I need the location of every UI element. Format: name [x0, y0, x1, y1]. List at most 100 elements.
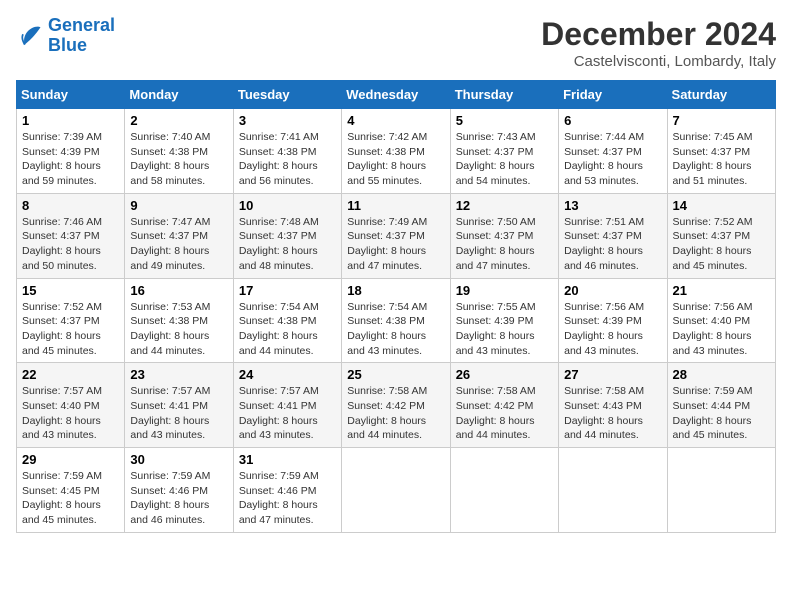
day-number: 25 [347, 367, 444, 382]
weekday-header-tuesday: Tuesday [233, 81, 341, 109]
day-info: Sunrise: 7:43 AM Sunset: 4:37 PM Dayligh… [456, 130, 553, 189]
calendar-cell: 7 Sunrise: 7:45 AM Sunset: 4:37 PM Dayli… [667, 109, 775, 194]
day-info: Sunrise: 7:59 AM Sunset: 4:46 PM Dayligh… [130, 469, 227, 528]
day-number: 14 [673, 198, 770, 213]
day-info: Sunrise: 7:45 AM Sunset: 4:37 PM Dayligh… [673, 130, 770, 189]
day-info: Sunrise: 7:40 AM Sunset: 4:38 PM Dayligh… [130, 130, 227, 189]
day-number: 28 [673, 367, 770, 382]
calendar-cell: 8 Sunrise: 7:46 AM Sunset: 4:37 PM Dayli… [17, 193, 125, 278]
calendar-week-1: 1 Sunrise: 7:39 AM Sunset: 4:39 PM Dayli… [17, 109, 776, 194]
day-number: 29 [22, 452, 119, 467]
day-number: 24 [239, 367, 336, 382]
day-number: 21 [673, 283, 770, 298]
calendar-cell: 9 Sunrise: 7:47 AM Sunset: 4:37 PM Dayli… [125, 193, 233, 278]
day-info: Sunrise: 7:46 AM Sunset: 4:37 PM Dayligh… [22, 215, 119, 274]
day-number: 30 [130, 452, 227, 467]
calendar-cell [450, 448, 558, 533]
logo-bird-icon [16, 22, 44, 50]
calendar-week-5: 29 Sunrise: 7:59 AM Sunset: 4:45 PM Dayl… [17, 448, 776, 533]
calendar-cell: 26 Sunrise: 7:58 AM Sunset: 4:42 PM Dayl… [450, 363, 558, 448]
day-info: Sunrise: 7:50 AM Sunset: 4:37 PM Dayligh… [456, 215, 553, 274]
day-info: Sunrise: 7:42 AM Sunset: 4:38 PM Dayligh… [347, 130, 444, 189]
day-number: 22 [22, 367, 119, 382]
calendar-cell: 13 Sunrise: 7:51 AM Sunset: 4:37 PM Dayl… [559, 193, 667, 278]
calendar-cell: 27 Sunrise: 7:58 AM Sunset: 4:43 PM Dayl… [559, 363, 667, 448]
day-info: Sunrise: 7:52 AM Sunset: 4:37 PM Dayligh… [673, 215, 770, 274]
title-block: December 2024 Castelvisconti, Lombardy, … [541, 16, 776, 70]
day-number: 16 [130, 283, 227, 298]
calendar-week-2: 8 Sunrise: 7:46 AM Sunset: 4:37 PM Dayli… [17, 193, 776, 278]
day-number: 31 [239, 452, 336, 467]
weekday-header-saturday: Saturday [667, 81, 775, 109]
calendar-cell: 21 Sunrise: 7:56 AM Sunset: 4:40 PM Dayl… [667, 278, 775, 363]
day-info: Sunrise: 7:49 AM Sunset: 4:37 PM Dayligh… [347, 215, 444, 274]
calendar-cell: 22 Sunrise: 7:57 AM Sunset: 4:40 PM Dayl… [17, 363, 125, 448]
calendar-cell: 15 Sunrise: 7:52 AM Sunset: 4:37 PM Dayl… [17, 278, 125, 363]
calendar-cell: 4 Sunrise: 7:42 AM Sunset: 4:38 PM Dayli… [342, 109, 450, 194]
calendar-cell: 17 Sunrise: 7:54 AM Sunset: 4:38 PM Dayl… [233, 278, 341, 363]
day-info: Sunrise: 7:54 AM Sunset: 4:38 PM Dayligh… [347, 300, 444, 359]
day-info: Sunrise: 7:59 AM Sunset: 4:45 PM Dayligh… [22, 469, 119, 528]
calendar-cell: 11 Sunrise: 7:49 AM Sunset: 4:37 PM Dayl… [342, 193, 450, 278]
day-info: Sunrise: 7:59 AM Sunset: 4:46 PM Dayligh… [239, 469, 336, 528]
day-number: 2 [130, 113, 227, 128]
calendar-week-3: 15 Sunrise: 7:52 AM Sunset: 4:37 PM Dayl… [17, 278, 776, 363]
day-number: 4 [347, 113, 444, 128]
day-info: Sunrise: 7:48 AM Sunset: 4:37 PM Dayligh… [239, 215, 336, 274]
day-info: Sunrise: 7:41 AM Sunset: 4:38 PM Dayligh… [239, 130, 336, 189]
calendar-cell: 19 Sunrise: 7:55 AM Sunset: 4:39 PM Dayl… [450, 278, 558, 363]
day-number: 11 [347, 198, 444, 213]
day-info: Sunrise: 7:54 AM Sunset: 4:38 PM Dayligh… [239, 300, 336, 359]
day-info: Sunrise: 7:59 AM Sunset: 4:44 PM Dayligh… [673, 384, 770, 443]
day-number: 17 [239, 283, 336, 298]
day-number: 13 [564, 198, 661, 213]
day-info: Sunrise: 7:53 AM Sunset: 4:38 PM Dayligh… [130, 300, 227, 359]
calendar-cell: 24 Sunrise: 7:57 AM Sunset: 4:41 PM Dayl… [233, 363, 341, 448]
day-number: 20 [564, 283, 661, 298]
day-number: 3 [239, 113, 336, 128]
calendar-cell [559, 448, 667, 533]
location: Castelvisconti, Lombardy, Italy [541, 53, 776, 70]
calendar-cell: 6 Sunrise: 7:44 AM Sunset: 4:37 PM Dayli… [559, 109, 667, 194]
day-info: Sunrise: 7:57 AM Sunset: 4:41 PM Dayligh… [130, 384, 227, 443]
calendar-cell: 18 Sunrise: 7:54 AM Sunset: 4:38 PM Dayl… [342, 278, 450, 363]
day-number: 8 [22, 198, 119, 213]
day-number: 12 [456, 198, 553, 213]
day-info: Sunrise: 7:44 AM Sunset: 4:37 PM Dayligh… [564, 130, 661, 189]
day-info: Sunrise: 7:39 AM Sunset: 4:39 PM Dayligh… [22, 130, 119, 189]
calendar-cell: 29 Sunrise: 7:59 AM Sunset: 4:45 PM Dayl… [17, 448, 125, 533]
day-number: 27 [564, 367, 661, 382]
calendar-cell [667, 448, 775, 533]
calendar-cell: 16 Sunrise: 7:53 AM Sunset: 4:38 PM Dayl… [125, 278, 233, 363]
calendar-cell: 5 Sunrise: 7:43 AM Sunset: 4:37 PM Dayli… [450, 109, 558, 194]
weekday-header-monday: Monday [125, 81, 233, 109]
weekday-header-friday: Friday [559, 81, 667, 109]
logo-text: General Blue [48, 16, 115, 56]
day-info: Sunrise: 7:58 AM Sunset: 4:42 PM Dayligh… [347, 384, 444, 443]
calendar-table: SundayMondayTuesdayWednesdayThursdayFrid… [16, 80, 776, 533]
day-info: Sunrise: 7:56 AM Sunset: 4:39 PM Dayligh… [564, 300, 661, 359]
day-info: Sunrise: 7:57 AM Sunset: 4:40 PM Dayligh… [22, 384, 119, 443]
calendar-cell [342, 448, 450, 533]
day-number: 5 [456, 113, 553, 128]
calendar-cell: 2 Sunrise: 7:40 AM Sunset: 4:38 PM Dayli… [125, 109, 233, 194]
day-number: 18 [347, 283, 444, 298]
day-number: 7 [673, 113, 770, 128]
calendar-cell: 31 Sunrise: 7:59 AM Sunset: 4:46 PM Dayl… [233, 448, 341, 533]
day-number: 26 [456, 367, 553, 382]
day-info: Sunrise: 7:55 AM Sunset: 4:39 PM Dayligh… [456, 300, 553, 359]
day-number: 19 [456, 283, 553, 298]
day-info: Sunrise: 7:56 AM Sunset: 4:40 PM Dayligh… [673, 300, 770, 359]
day-number: 1 [22, 113, 119, 128]
calendar-cell: 20 Sunrise: 7:56 AM Sunset: 4:39 PM Dayl… [559, 278, 667, 363]
day-number: 9 [130, 198, 227, 213]
day-info: Sunrise: 7:57 AM Sunset: 4:41 PM Dayligh… [239, 384, 336, 443]
day-number: 6 [564, 113, 661, 128]
weekday-header-sunday: Sunday [17, 81, 125, 109]
day-info: Sunrise: 7:58 AM Sunset: 4:42 PM Dayligh… [456, 384, 553, 443]
day-info: Sunrise: 7:51 AM Sunset: 4:37 PM Dayligh… [564, 215, 661, 274]
calendar-cell: 23 Sunrise: 7:57 AM Sunset: 4:41 PM Dayl… [125, 363, 233, 448]
calendar-cell: 30 Sunrise: 7:59 AM Sunset: 4:46 PM Dayl… [125, 448, 233, 533]
calendar-cell: 28 Sunrise: 7:59 AM Sunset: 4:44 PM Dayl… [667, 363, 775, 448]
day-info: Sunrise: 7:52 AM Sunset: 4:37 PM Dayligh… [22, 300, 119, 359]
